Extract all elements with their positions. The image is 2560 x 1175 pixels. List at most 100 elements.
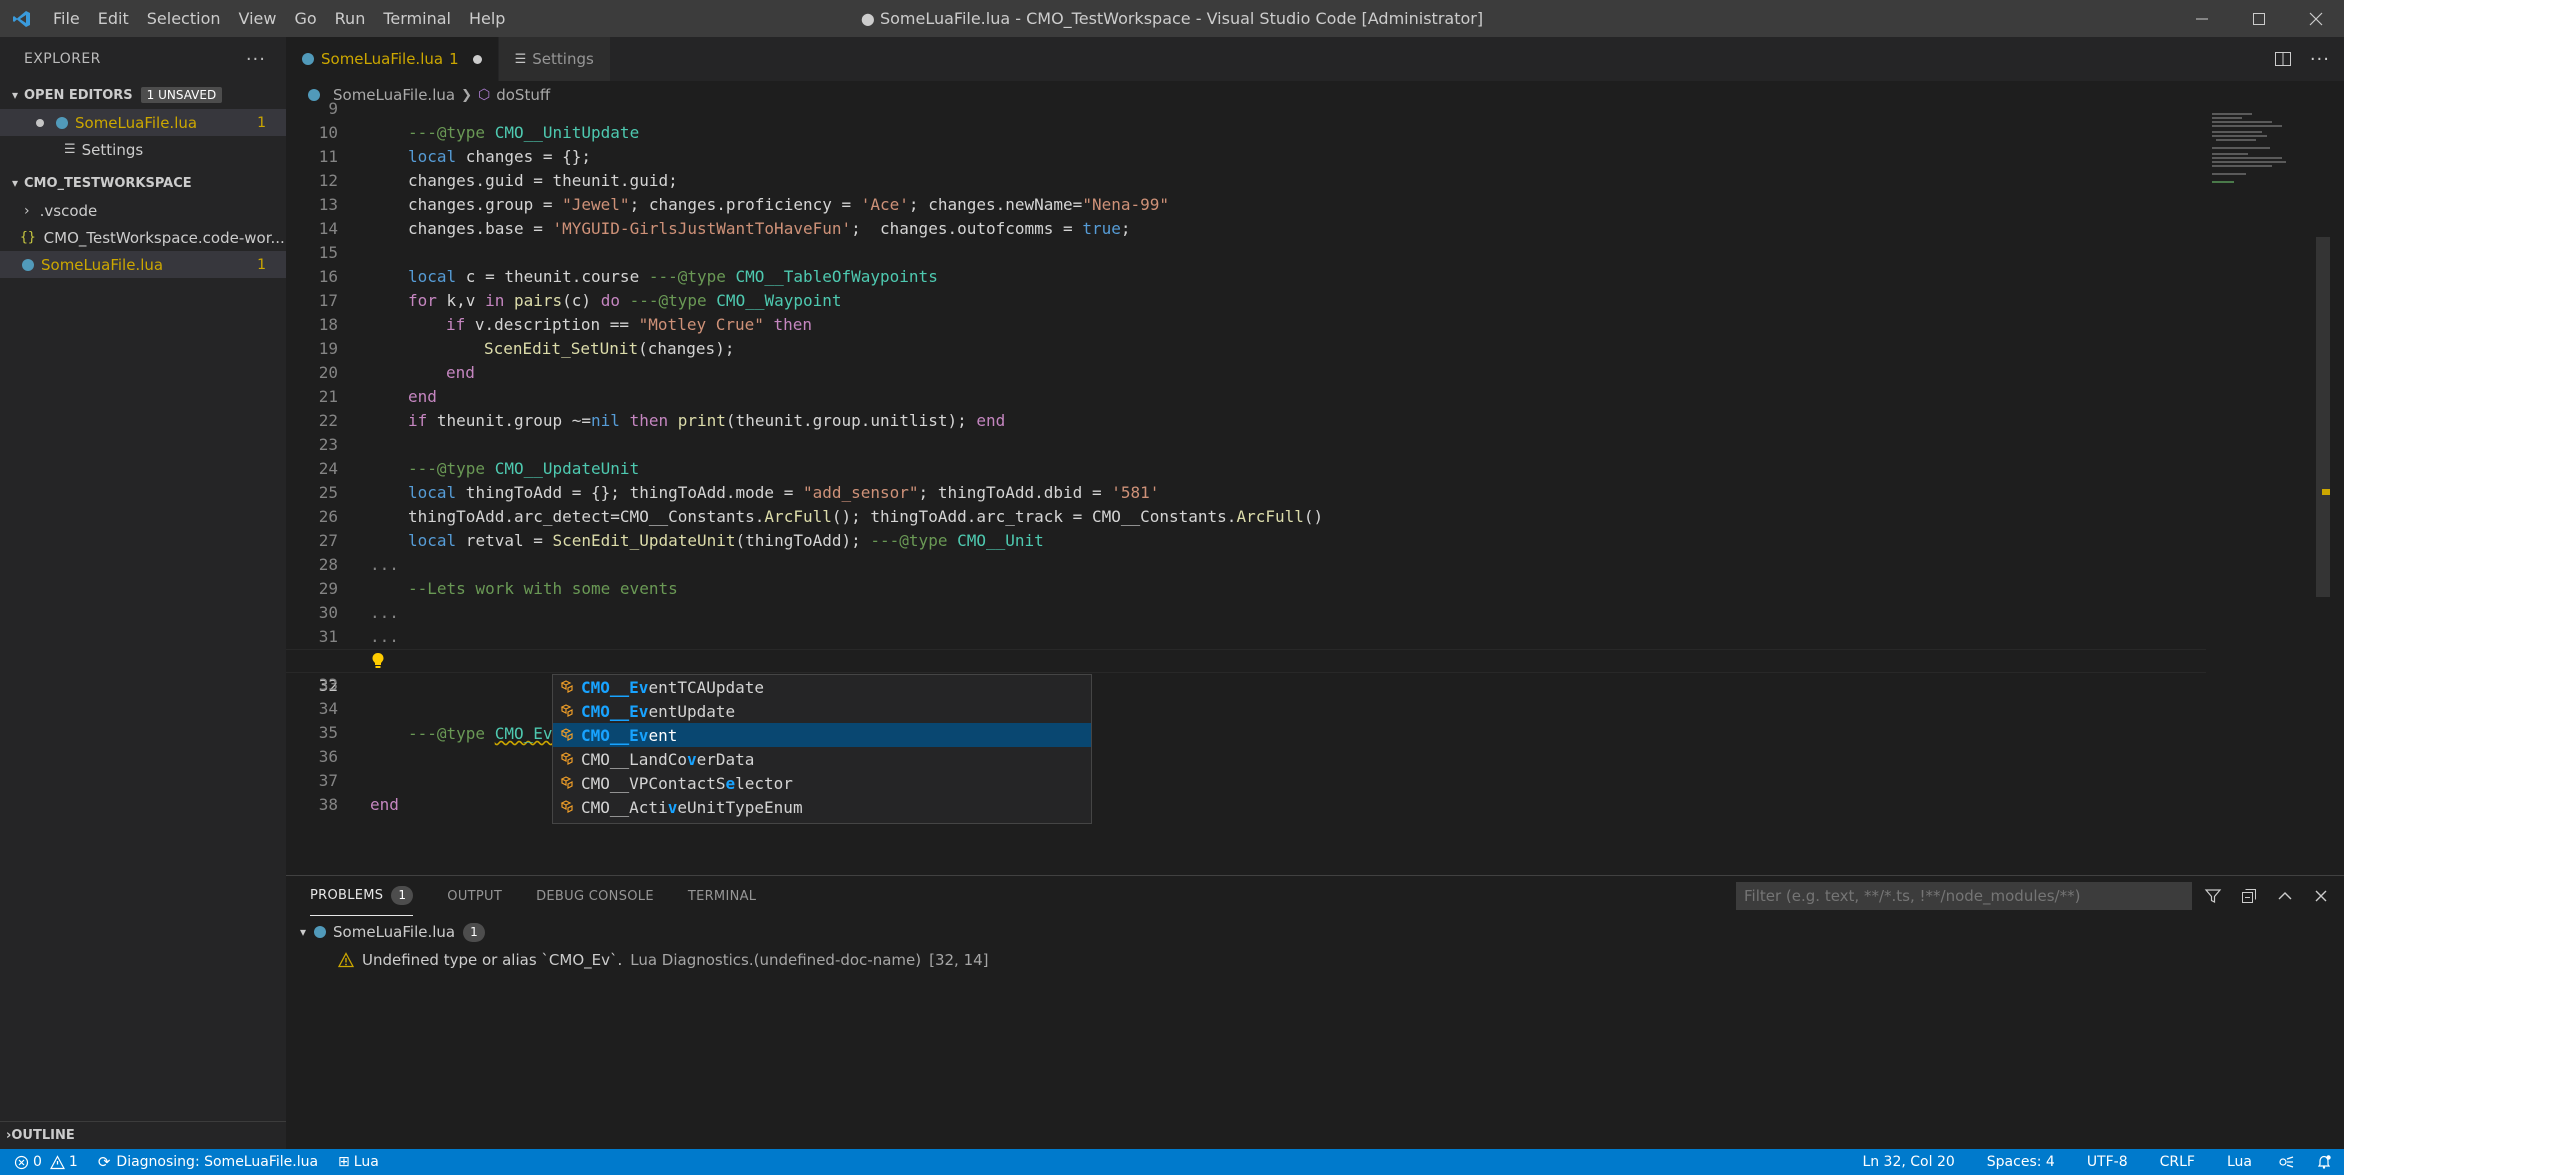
maximize-button[interactable] xyxy=(2230,0,2287,37)
lightbulb-icon[interactable] xyxy=(371,652,385,670)
problems-filter-input[interactable] xyxy=(1736,882,2192,910)
workspace-section[interactable]: ▾ CMO_TESTWORKSPACE xyxy=(0,169,286,197)
code-line: 14 changes.base = 'MYGUID-GirlsJustWantTo… xyxy=(286,217,2206,241)
code-token: "Nena-99" xyxy=(1082,195,1170,214)
collapse-all-icon[interactable] xyxy=(2240,887,2258,905)
code-token: theunit.group ~= xyxy=(427,411,592,430)
menu-terminal[interactable]: Terminal xyxy=(374,0,460,37)
code-token: then xyxy=(629,411,669,430)
more-actions-icon[interactable]: ··· xyxy=(2310,49,2330,70)
indentation[interactable]: Spaces: 4 xyxy=(1971,1149,2071,1175)
suggestion-item-selected[interactable]: CMO__ Ev ent xyxy=(553,723,1091,747)
line-number: 11 xyxy=(318,147,338,166)
menu-run[interactable]: Run xyxy=(326,0,375,37)
code-token: changes.base = xyxy=(408,219,553,238)
suggestion-item[interactable]: CMO__Acti v eUnitTypeEnum xyxy=(553,795,1091,819)
menu-bar: File Edit Selection View Go Run Terminal… xyxy=(44,0,514,37)
problem-count: 1 xyxy=(257,256,266,273)
open-editors-section[interactable]: ▾ OPEN EDITORS 1 UNSAVED xyxy=(0,81,286,109)
suggestion-match: Ev xyxy=(629,725,649,745)
line-number: 17 xyxy=(318,291,338,310)
lua-library-status[interactable]: ⊞ Lua xyxy=(328,1149,389,1175)
file-workspace-config[interactable]: {} CMO_TestWorkspace.code-wor... xyxy=(0,224,286,251)
code-token: if xyxy=(446,315,466,334)
unsaved-dot-icon[interactable] xyxy=(36,118,44,127)
menu-file[interactable]: File xyxy=(44,0,89,37)
open-editor-settings[interactable]: ☰ Settings xyxy=(0,136,286,163)
end-of-line[interactable]: CRLF xyxy=(2144,1149,2211,1175)
code-line: 23 xyxy=(286,433,2206,457)
code-line: 24 ---@type CMO__UpdateUnit xyxy=(286,457,2206,481)
tab-debug-console[interactable]: DEBUG CONSOLE xyxy=(536,876,654,916)
warning-icon xyxy=(338,952,354,968)
code-token: local xyxy=(408,267,457,286)
suggestion-prefix: CMO__ xyxy=(581,677,630,697)
warning-count: 1 xyxy=(68,1154,78,1170)
unsaved-dot-icon[interactable] xyxy=(472,54,482,64)
code-line: 25 local thingToAdd = {}; thingToAdd.mode… xyxy=(286,481,2206,505)
suggestion-item[interactable]: CMO__VPContactS e lector xyxy=(553,771,1091,795)
scrollbar-thumb[interactable] xyxy=(2316,237,2330,597)
code-token: retval = xyxy=(456,531,553,550)
code-line: 15 xyxy=(286,241,2206,265)
maximize-panel-icon[interactable] xyxy=(2276,887,2294,905)
menu-edit[interactable]: Edit xyxy=(89,0,138,37)
close-panel-icon[interactable] xyxy=(2312,887,2330,905)
menu-selection[interactable]: Selection xyxy=(138,0,230,37)
menu-help[interactable]: Help xyxy=(460,0,514,37)
split-editor-icon[interactable] xyxy=(2274,50,2292,68)
folder-vscode[interactable]: › .vscode xyxy=(0,197,286,224)
code-token: k,v xyxy=(436,291,486,310)
suggestion-item[interactable]: CMO__ Ev entUpdate xyxy=(553,699,1091,723)
file-someluafile[interactable]: SomeLuaFile.lua 1 xyxy=(0,251,286,278)
code-line: 21 end xyxy=(286,385,2206,409)
feedback-icon xyxy=(2279,1156,2294,1168)
suggestion-match: Ev xyxy=(629,701,649,721)
encoding[interactable]: UTF-8 xyxy=(2071,1149,2144,1175)
code-token: CMO__TableOfWaypoints xyxy=(735,267,938,286)
folded-region[interactable]: ... xyxy=(370,553,399,577)
folded-region[interactable]: ... xyxy=(370,601,399,625)
file-label: SomeLuaFile.lua xyxy=(41,255,164,274)
tab-someluafile[interactable]: SomeLuaFile.lua 1 xyxy=(286,37,499,81)
minimap[interactable] xyxy=(2208,109,2318,219)
close-window-button[interactable] xyxy=(2287,0,2344,37)
code-token: ---@type xyxy=(629,291,717,310)
code-token: end xyxy=(976,411,1006,430)
suggestion-item[interactable]: CMO__LandCo v erData xyxy=(553,747,1091,771)
editor-actions: ··· xyxy=(2274,37,2330,81)
outline-label: OUTLINE xyxy=(11,1128,75,1143)
suggestion-item[interactable]: CMO__ Ev entTCAUpdate xyxy=(553,675,1091,699)
menu-view[interactable]: View xyxy=(230,0,286,37)
more-actions-icon[interactable]: ··· xyxy=(246,49,266,70)
problem-file-row[interactable]: ▾ SomeLuaFile.lua 1 xyxy=(286,918,2344,946)
outline-section[interactable]: › OUTLINE xyxy=(0,1121,286,1149)
language-mode[interactable]: Lua xyxy=(2211,1149,2268,1175)
folded-region[interactable]: ... xyxy=(370,625,399,649)
open-editor-someluafile[interactable]: SomeLuaFile.lua 1 xyxy=(0,109,286,136)
code-token: ; thingToAdd.dbid = xyxy=(918,483,1112,502)
minimize-button[interactable] xyxy=(2173,0,2230,37)
problem-row[interactable]: Undefined type or alias `CMO_Ev`. Lua Di… xyxy=(286,946,2344,974)
filter-icon[interactable] xyxy=(2204,887,2222,905)
code-token: (changes); xyxy=(638,339,735,358)
problem-count: 1 xyxy=(257,114,266,131)
notifications-button[interactable] xyxy=(2304,1149,2344,1175)
feedback-button[interactable] xyxy=(2268,1149,2304,1175)
cursor-position[interactable]: Ln 32, Col 20 xyxy=(1846,1149,1970,1175)
tab-output[interactable]: OUTPUT xyxy=(447,876,502,916)
tab-settings[interactable]: ☰ Settings xyxy=(498,37,611,81)
tab-problems[interactable]: PROBLEMS 1 xyxy=(310,876,414,916)
bottom-panel: PROBLEMS 1 OUTPUT DEBUG CONSOLE TERMINAL… xyxy=(286,875,2344,1149)
class-icon xyxy=(560,776,573,789)
code-token: (theunit.group.unitlist); xyxy=(725,411,977,430)
diagnosing-status[interactable]: ⟳ Diagnosing: SomeLuaFile.lua xyxy=(88,1149,328,1175)
line-number: 26 xyxy=(318,507,338,526)
code-token: true xyxy=(1082,219,1121,238)
line-number: 19 xyxy=(318,339,338,358)
problems-status[interactable]: 0 1 xyxy=(0,1149,88,1175)
scrollbar-warning-marker xyxy=(2322,489,2330,495)
tab-terminal[interactable]: TERMINAL xyxy=(688,876,757,916)
menu-go[interactable]: Go xyxy=(285,0,325,37)
code-token: do xyxy=(600,291,620,310)
